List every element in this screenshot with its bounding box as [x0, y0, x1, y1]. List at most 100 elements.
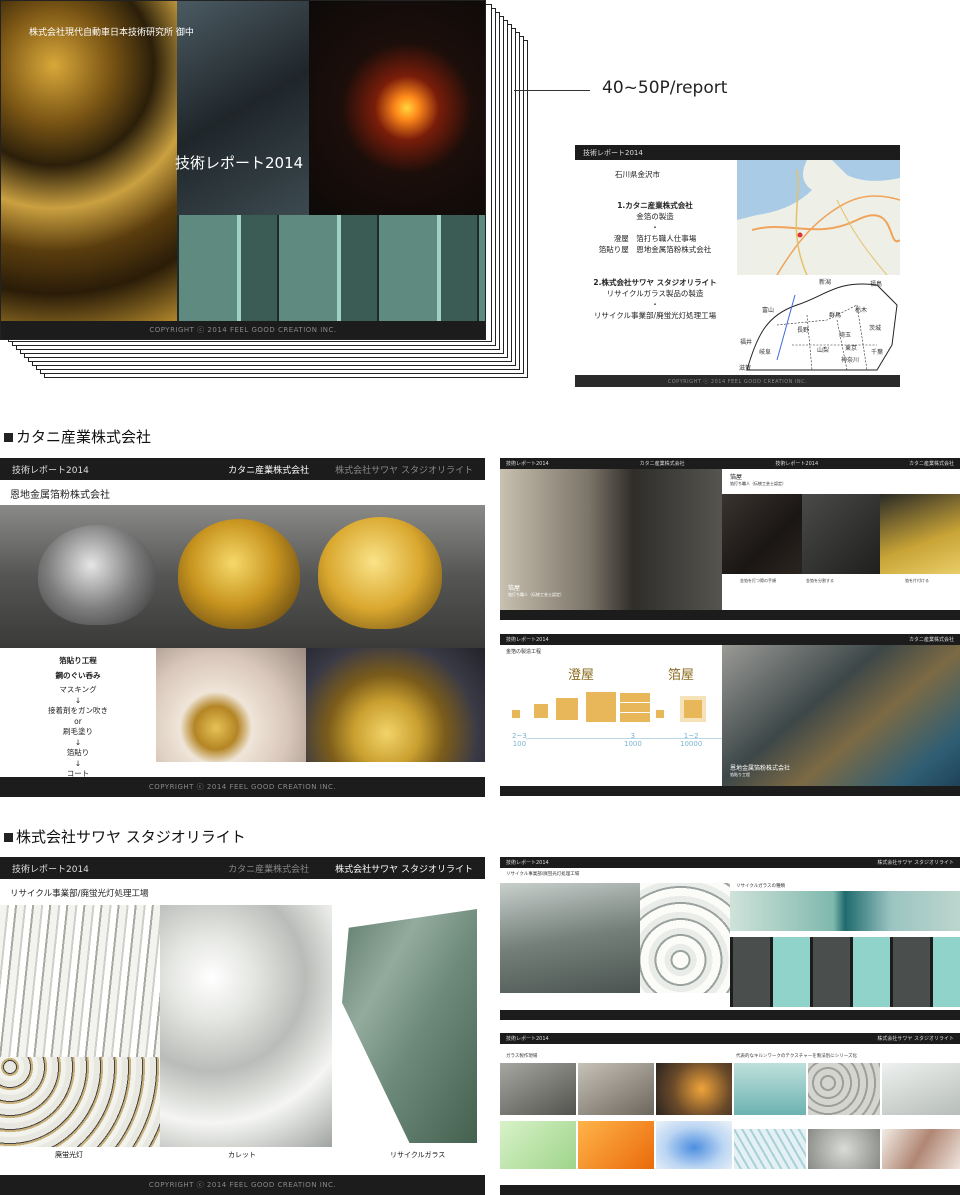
thumb-b-photo-caption-sub: 箔貼り工程	[730, 772, 750, 777]
map-label-fukushima: 福島	[870, 281, 883, 288]
section1-header: 技術レポート2014 カタニ産業株式会社 株式会社サワヤ スタジオリライト	[0, 458, 485, 480]
thumb-d-header: 技術レポート2014 株式会社サワヤ スタジオリライト	[500, 1033, 960, 1044]
map-company2-sub: リサイクルガラス製品の製造	[606, 289, 704, 298]
thumb-b-header-mid: カタニ産業株式会社	[908, 637, 954, 643]
blue-bowl-photo	[656, 1121, 732, 1169]
stage2-label: 箔屋	[668, 668, 695, 683]
process-arrow: ↓	[74, 695, 82, 705]
thumb-d-header-mid: 株式会社サワヤ スタジオリライト	[877, 1036, 954, 1042]
sq5	[620, 692, 650, 722]
recycled-glass-block	[342, 909, 477, 1143]
thumb-d-header-left: 技術レポート2014	[506, 1036, 549, 1042]
thumb-a-header-mid2: カタニ産業株式会社	[908, 461, 954, 467]
mould-photo	[578, 1063, 654, 1115]
coils-photo	[640, 883, 730, 993]
section2-thumb-c: 技術レポート2014 株式会社サワヤ スタジオリライト リサイクル事業部/廃蛍光…	[500, 857, 960, 1020]
map-label-ibaraki: 茨城	[869, 325, 882, 332]
map-label-gifu: 岐阜	[759, 349, 772, 356]
thumb-d-footer	[500, 1185, 960, 1195]
section1-header-active: カタニ産業株式会社	[228, 465, 310, 476]
report-stack: 株式会社現代自動車日本技術研究所 御中 技術レポート2014 COPYRIGHT…	[0, 0, 530, 380]
sq4	[586, 692, 616, 722]
thumb-d-left-sub: ガラス製作現場	[506, 1054, 538, 1059]
silver-bowl	[38, 525, 156, 625]
map-company1-sub: 金箔の製造	[636, 212, 674, 221]
ratio3: 1~2 10000	[680, 732, 702, 748]
thumb-a-note1: 金箔を打つ際の手順	[740, 578, 776, 583]
map-label-chiba: 千葉	[871, 349, 884, 356]
glass-samples-photo	[730, 891, 960, 931]
thumb-b-header: 技術レポート2014 カタニ産業株式会社	[500, 634, 960, 645]
map-dot2: ・	[651, 300, 659, 309]
fluorescent-tubes-photo	[0, 905, 160, 1147]
map-label-fukui: 福井	[740, 339, 753, 346]
section1-subtitle: 恩地金属箔粉株式会社	[10, 490, 110, 501]
workshop-photo: 恩地金属箔粉株式会社 箔貼り工程	[722, 645, 960, 786]
glass-work-photo	[177, 1, 309, 215]
map-company2: 2.株式会社サワヤ スタジオリライト	[593, 278, 717, 287]
thumb-a-header-left: 技術レポート2014	[506, 461, 549, 467]
map-company1: 1.カタニ産業株式会社	[617, 201, 693, 210]
ratio1-bottom: 100	[512, 740, 527, 748]
texture-marble-photo	[882, 1129, 960, 1169]
section1-main-slide: 技術レポート2014 カタニ産業株式会社 株式会社サワヤ スタジオリライト 恩地…	[0, 458, 485, 797]
sq3	[556, 698, 578, 720]
cover-title: 技術レポート2014	[175, 154, 304, 172]
green-block-photo	[500, 1121, 576, 1169]
ratio2-bottom: 1000	[624, 740, 642, 748]
map-slide-header: 技術レポート2014	[575, 145, 900, 160]
thumb-a-footer	[500, 610, 960, 620]
map-company1-detail1: 澄屋 箔打ち職人仕事場	[613, 234, 697, 243]
leaf-stack-photo	[802, 494, 880, 574]
section2-header: 技術レポート2014 カタニ産業株式会社 株式会社サワヤ スタジオリライト	[0, 857, 485, 879]
map-company2-detail: リサイクル事業部/廃蛍光灯処理工場	[593, 311, 717, 320]
map-slide-footer: COPYRIGHT ⓒ 2014 FEEL GOOD CREATION INC.	[575, 375, 900, 387]
caption-cullet: カレット	[228, 1151, 256, 1159]
section2-thumb-d: 技術レポート2014 株式会社サワヤ スタジオリライト ガラス製作現場 代表的な…	[500, 1033, 960, 1195]
caption-fluorescent: 廃蛍光灯	[55, 1151, 83, 1159]
cullet-photo	[160, 905, 332, 1147]
section1-header-inactive: 株式会社サワヤ スタジオリライト	[335, 465, 473, 476]
process-item: 鋼のぐい呑み	[55, 670, 101, 680]
texture-stone-photo	[808, 1063, 880, 1115]
thumb-a-header-mid: カタニ産業株式会社	[639, 461, 685, 467]
pages-connector-line	[514, 90, 590, 91]
thumb-a-right-title: 箔屋	[730, 474, 743, 481]
process-title: 箔貼り工程	[59, 656, 97, 665]
thumb-c-left-sub: リサイクル事業部/廃蛍光灯処理工場	[506, 872, 580, 877]
map-label-gunma: 群馬	[829, 312, 842, 319]
stage1-label: 澄屋	[568, 668, 595, 683]
section1-footer: COPYRIGHT ⓒ 2014 FEEL GOOD CREATION INC.	[0, 777, 485, 797]
cover-slide: 株式会社現代自動車日本技術研究所 御中 技術レポート2014 COPYRIGHT…	[0, 0, 486, 340]
sq2	[534, 704, 548, 718]
ratio-line	[526, 738, 722, 739]
thumb-a-left-caption: 箔屋	[508, 585, 521, 592]
gold-cups-photo	[1, 1, 177, 323]
thumb-a-header: 技術レポート2014 カタニ産業株式会社 技術レポート2014 カタニ産業株式会…	[500, 458, 960, 469]
section1-title-text: カタニ産業株式会社	[16, 428, 152, 446]
section1-thumb-a: 技術レポート2014 カタニ産業株式会社 技術レポート2014 カタニ産業株式会…	[500, 458, 960, 620]
section2-header-active: 株式会社サワヤ スタジオリライト	[335, 864, 473, 875]
cover-client: 株式会社現代自動車日本技術研究所 御中	[29, 28, 194, 38]
section2-header-left: 技術レポート2014	[12, 864, 89, 875]
section2-footer: COPYRIGHT ⓒ 2014 FEEL GOOD CREATION INC.	[0, 1175, 485, 1195]
section1-title: カタニ産業株式会社	[4, 426, 151, 447]
map-label-toyama: 富山	[762, 307, 775, 314]
diagram-title: 金箔の製造工程	[506, 649, 542, 655]
section2-subtitle: リサイクル事業部/廃蛍光灯処理工場	[10, 889, 149, 899]
thumb-a-header-left2: 技術レポート2014	[775, 461, 819, 467]
thumb-c-header-left: 技術レポート2014	[506, 860, 549, 866]
ratio1: 2~3 100	[512, 732, 527, 748]
orange-block-photo	[578, 1121, 654, 1169]
section2-header-inactive: カタニ産業株式会社	[228, 864, 310, 875]
ratio2: 3 1000	[624, 732, 642, 748]
texture-teal-photo	[734, 1063, 806, 1115]
process-steps: 箔貼り工程 鋼のぐい呑み マスキング ↓ 接着剤をガン吹き or 刷毛塗り ↓ …	[42, 656, 114, 780]
leaf-application-photo	[156, 648, 306, 762]
map-company1-detail2: 箔貼り屋 恩地金属箔粉株式会社	[598, 245, 712, 254]
thumb-b-header-left: 技術レポート2014	[506, 637, 549, 643]
pages-label: 40~50P/report	[602, 78, 728, 98]
thumb-a-note2: 金箔を分割する	[806, 578, 834, 583]
craftsman-photo: 箔屋 箔打ち職人（伝統工芸士認定）	[500, 469, 722, 610]
process-arrow: ↓	[74, 737, 82, 747]
